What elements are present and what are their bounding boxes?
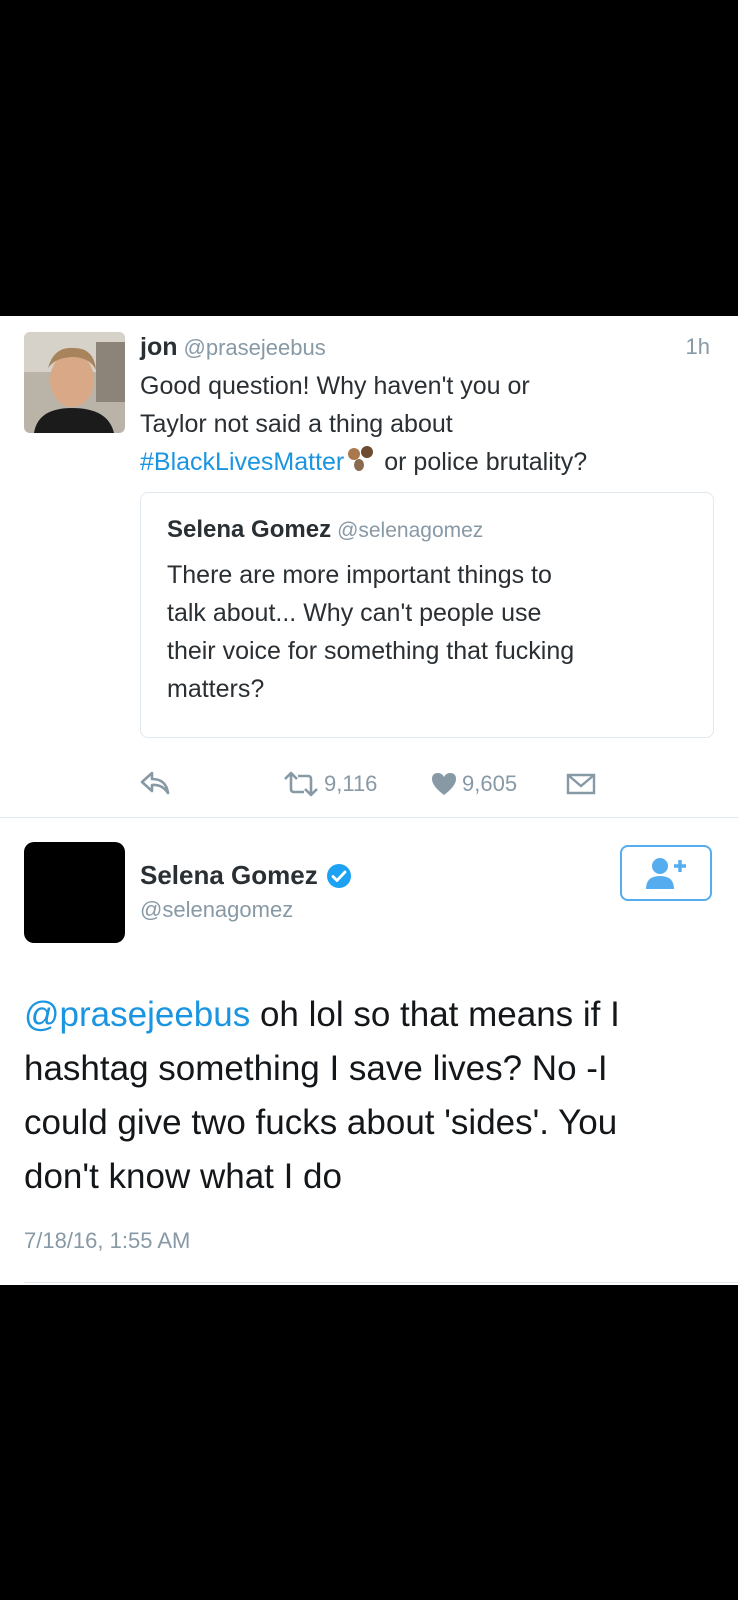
quoted-author-handle: @selenagomez	[337, 519, 484, 542]
tweet2-author-handle[interactable]: @selenagomez	[140, 897, 293, 923]
quoted-line-2: talk about... Why can't people use	[167, 599, 542, 627]
quoted-tweet-card[interactable]: Selena Gomez @selenagomez There are more …	[140, 492, 714, 738]
tweet1-action-bar: 9,116 9,605	[0, 766, 738, 802]
tweet2-line-2: hashtag something I save lives? No -I	[24, 1049, 608, 1088]
quoted-author-name: Selena Gomez	[167, 516, 332, 543]
verified-badge-icon	[326, 863, 351, 888]
quoted-tweet-header: Selena Gomez @selenagomez	[167, 516, 483, 544]
tweet1-line-1: Good question! Why haven't you or	[140, 372, 530, 400]
tweet1-line-3-text: or police brutality?	[384, 448, 588, 476]
quoted-line-3: their voice for something that fucking	[167, 637, 575, 665]
heart-icon	[432, 773, 456, 795]
retweet-icon	[284, 771, 318, 797]
reply-icon	[140, 771, 170, 795]
tweet1-author-name[interactable]: jon	[140, 333, 178, 361]
tweet2-line-1: @prasejeebus oh lol so that means if I	[24, 988, 714, 1042]
quoted-tweet-text: There are more important things to talk …	[167, 556, 697, 708]
tweet2-line-1-text: oh lol so that means if I	[250, 995, 620, 1034]
quoted-line-4: matters?	[167, 675, 265, 703]
tweet2-author-name-row[interactable]: Selena Gomez	[140, 860, 352, 891]
fist-bump-emoji-icon	[346, 444, 376, 476]
reply-button[interactable]	[140, 766, 172, 802]
tweet1-header: jon @prasejeebus 1h	[140, 330, 710, 364]
avatar-jon[interactable]	[24, 332, 125, 433]
retweet-count: 9,116	[324, 771, 378, 796]
add-user-icon	[646, 858, 686, 889]
direct-message-button[interactable]	[566, 766, 596, 802]
tweet2-text: @prasejeebus oh lol so that means if I h…	[24, 988, 714, 1204]
avatar-selena-gomez[interactable]	[24, 842, 125, 943]
tweet1-timestamp[interactable]: 1h	[686, 330, 710, 364]
like-button[interactable]: 9,605	[430, 766, 517, 802]
retweet-button[interactable]: 9,116	[282, 766, 377, 802]
tweet-divider	[0, 817, 738, 818]
like-count: 9,605	[462, 771, 518, 796]
tweet1-line-3: #BlackLivesMatter or police brutality?	[140, 443, 720, 481]
envelope-icon	[566, 773, 596, 795]
tweet2-line-4: don't know what I do	[24, 1157, 342, 1196]
tweet1-text: Good question! Why haven't you or Taylor…	[140, 367, 720, 481]
tweet1-author-handle[interactable]: @prasejeebus	[184, 335, 326, 360]
tweet1-line-2: Taylor not said a thing about	[140, 410, 453, 438]
tweet2-author-name[interactable]: Selena Gomez	[140, 860, 318, 891]
quoted-line-1: There are more important things to	[167, 561, 552, 589]
tweet2-bottom-divider	[24, 1282, 738, 1283]
follow-button[interactable]	[620, 845, 712, 901]
hashtag-link[interactable]: #BlackLivesMatter	[140, 448, 344, 476]
mention-link[interactable]: @prasejeebus	[24, 995, 250, 1034]
tweet2-line-3: could give two fucks about 'sides'. You	[24, 1103, 618, 1142]
tweet2-timestamp[interactable]: 7/18/16, 1:55 AM	[24, 1228, 190, 1254]
